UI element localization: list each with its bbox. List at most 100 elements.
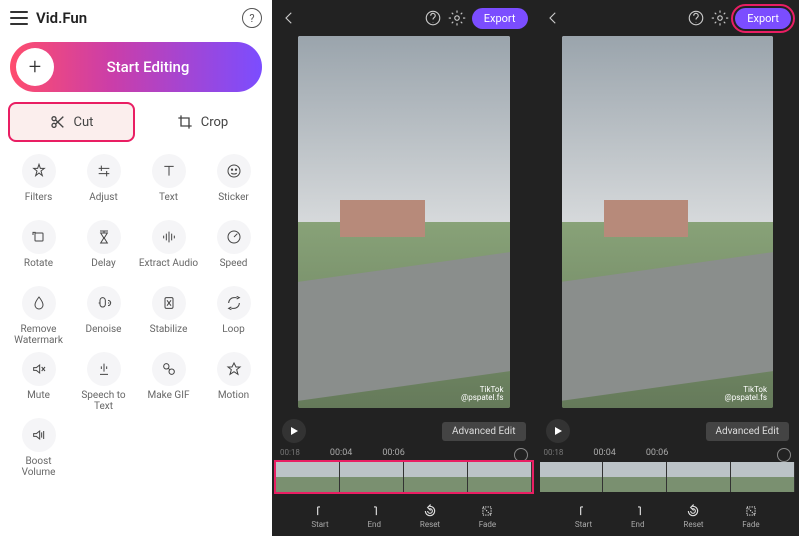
crop-icon — [177, 114, 193, 130]
tool-speed[interactable]: Speed — [203, 220, 264, 280]
preview-area: TikTok@pspatel.fs — [536, 36, 799, 416]
help-icon[interactable] — [687, 9, 705, 27]
back-icon[interactable] — [544, 9, 562, 27]
settings-icon[interactable] — [711, 9, 729, 27]
tool-adjust[interactable]: Adjust — [73, 154, 134, 214]
control-reset[interactable]: Reset — [420, 504, 440, 529]
scissors-icon — [50, 114, 66, 130]
tool-label: Loop — [222, 324, 244, 346]
preview-area: TikTok@pspatel.fs — [272, 36, 536, 416]
total-duration: 00:18 — [544, 448, 564, 462]
tool-filters[interactable]: Filters — [8, 154, 69, 214]
remove-watermark-icon — [22, 286, 56, 320]
tool-text[interactable]: Text — [138, 154, 199, 214]
zoom-icon[interactable] — [777, 448, 791, 462]
tool-label: Adjust — [89, 192, 118, 214]
filters-icon — [22, 154, 56, 188]
tab-row: Cut Crop — [8, 102, 264, 142]
tool-speech-to-text[interactable]: Speech to Text — [73, 352, 134, 412]
help-icon[interactable] — [424, 9, 442, 27]
stabilize-icon — [152, 286, 186, 320]
play-button[interactable] — [546, 419, 570, 443]
boost-volume-icon — [22, 418, 56, 452]
control-reset[interactable]: Reset — [683, 504, 703, 529]
tool-mute[interactable]: Mute — [8, 352, 69, 412]
tool-label: Denoise — [86, 324, 122, 346]
tool-remove-watermark[interactable]: Remove Watermark — [8, 286, 69, 346]
tool-label: Stabilize — [150, 324, 188, 346]
video-preview[interactable]: TikTok@pspatel.fs — [298, 36, 510, 408]
export-button[interactable]: Export — [472, 8, 528, 29]
timeline[interactable]: 00:18 00:04 00:06 — [536, 446, 799, 496]
tab-cut[interactable]: Cut — [8, 102, 135, 142]
play-button[interactable] — [282, 419, 306, 443]
play-row: Advanced Edit — [272, 416, 536, 446]
tab-crop[interactable]: Crop — [141, 102, 264, 142]
tab-crop-label: Crop — [201, 115, 228, 130]
control-end[interactable]: End — [631, 504, 645, 529]
rotate-icon — [22, 220, 56, 254]
app-title: Vid.Fun — [36, 9, 234, 27]
start-editing-button[interactable]: + Start Editing — [10, 42, 262, 92]
control-label: Start — [311, 520, 328, 529]
watermark: TikTok@pspatel.fs — [725, 386, 767, 402]
tool-label: Speech to Text — [74, 390, 134, 412]
tool-motion[interactable]: Motion — [203, 352, 264, 412]
control-label: Fade — [479, 520, 496, 529]
tool-extract-audio[interactable]: Extract Audio — [138, 220, 199, 280]
tool-loop[interactable]: Loop — [203, 286, 264, 346]
tool-rotate[interactable]: Rotate — [8, 220, 69, 280]
control-label: Reset — [683, 520, 703, 529]
control-label: End — [631, 520, 644, 529]
advanced-edit-button[interactable]: Advanced Edit — [706, 422, 790, 441]
tool-label: Boost Volume — [9, 456, 69, 478]
mute-icon — [22, 352, 56, 386]
loop-icon — [217, 286, 251, 320]
video-preview[interactable]: TikTok@pspatel.fs — [562, 36, 774, 408]
plus-icon: + — [16, 48, 54, 86]
denoise-icon — [87, 286, 121, 320]
tool-label: Motion — [218, 390, 249, 412]
control-fade[interactable]: Fade — [479, 504, 496, 529]
tool-stabilize[interactable]: Stabilize — [138, 286, 199, 346]
tools-grid: Filters Adjust Text Sticker Rotate Delay… — [0, 154, 272, 536]
timeline-thumbs[interactable] — [276, 462, 532, 492]
advanced-edit-button[interactable]: Advanced Edit — [442, 422, 526, 441]
tool-label: Mute — [27, 390, 50, 412]
tool-delay[interactable]: Delay — [73, 220, 134, 280]
menu-icon[interactable] — [10, 11, 28, 25]
control-end[interactable]: End — [367, 504, 381, 529]
control-label: Reset — [420, 520, 440, 529]
control-fade[interactable]: Fade — [742, 504, 759, 529]
motion-icon — [217, 352, 251, 386]
tool-denoise[interactable]: Denoise — [73, 286, 134, 346]
start-editing-label: Start Editing — [54, 58, 262, 76]
timeline-thumbs[interactable] — [540, 462, 796, 492]
editor-header: Export — [272, 0, 536, 36]
settings-icon[interactable] — [448, 9, 466, 27]
editor-pane: Export TikTok@pspatel.fs Advanced Edit 0… — [272, 0, 536, 536]
zoom-icon[interactable] — [514, 448, 528, 462]
control-start[interactable]: Start — [575, 504, 592, 529]
tool-label: Make GIF — [148, 390, 190, 412]
tab-cut-label: Cut — [74, 115, 94, 130]
timeline[interactable]: 00:18 00:04 00:06 — [272, 446, 536, 496]
control-label: Start — [575, 520, 592, 529]
tool-make-gif[interactable]: Make GIF — [138, 352, 199, 412]
adjust-icon — [87, 154, 121, 188]
total-duration: 00:18 — [280, 448, 300, 462]
editor-panes: Export TikTok@pspatel.fs Advanced Edit 0… — [272, 0, 799, 536]
tool-label: Speed — [220, 258, 248, 280]
tool-label: Delay — [91, 258, 115, 280]
speed-icon — [217, 220, 251, 254]
tool-sticker[interactable]: Sticker — [203, 154, 264, 214]
bottom-controls: Start End Reset Fade — [272, 496, 536, 536]
back-icon[interactable] — [280, 9, 298, 27]
help-icon[interactable]: ? — [242, 8, 262, 28]
tool-label: Extract Audio — [139, 258, 198, 280]
tool-label: Filters — [25, 192, 53, 214]
tool-boost-volume[interactable]: Boost Volume — [8, 418, 69, 478]
export-button[interactable]: Export — [735, 8, 791, 29]
time-mark: 00:06 — [382, 448, 404, 462]
control-start[interactable]: Start — [311, 504, 328, 529]
